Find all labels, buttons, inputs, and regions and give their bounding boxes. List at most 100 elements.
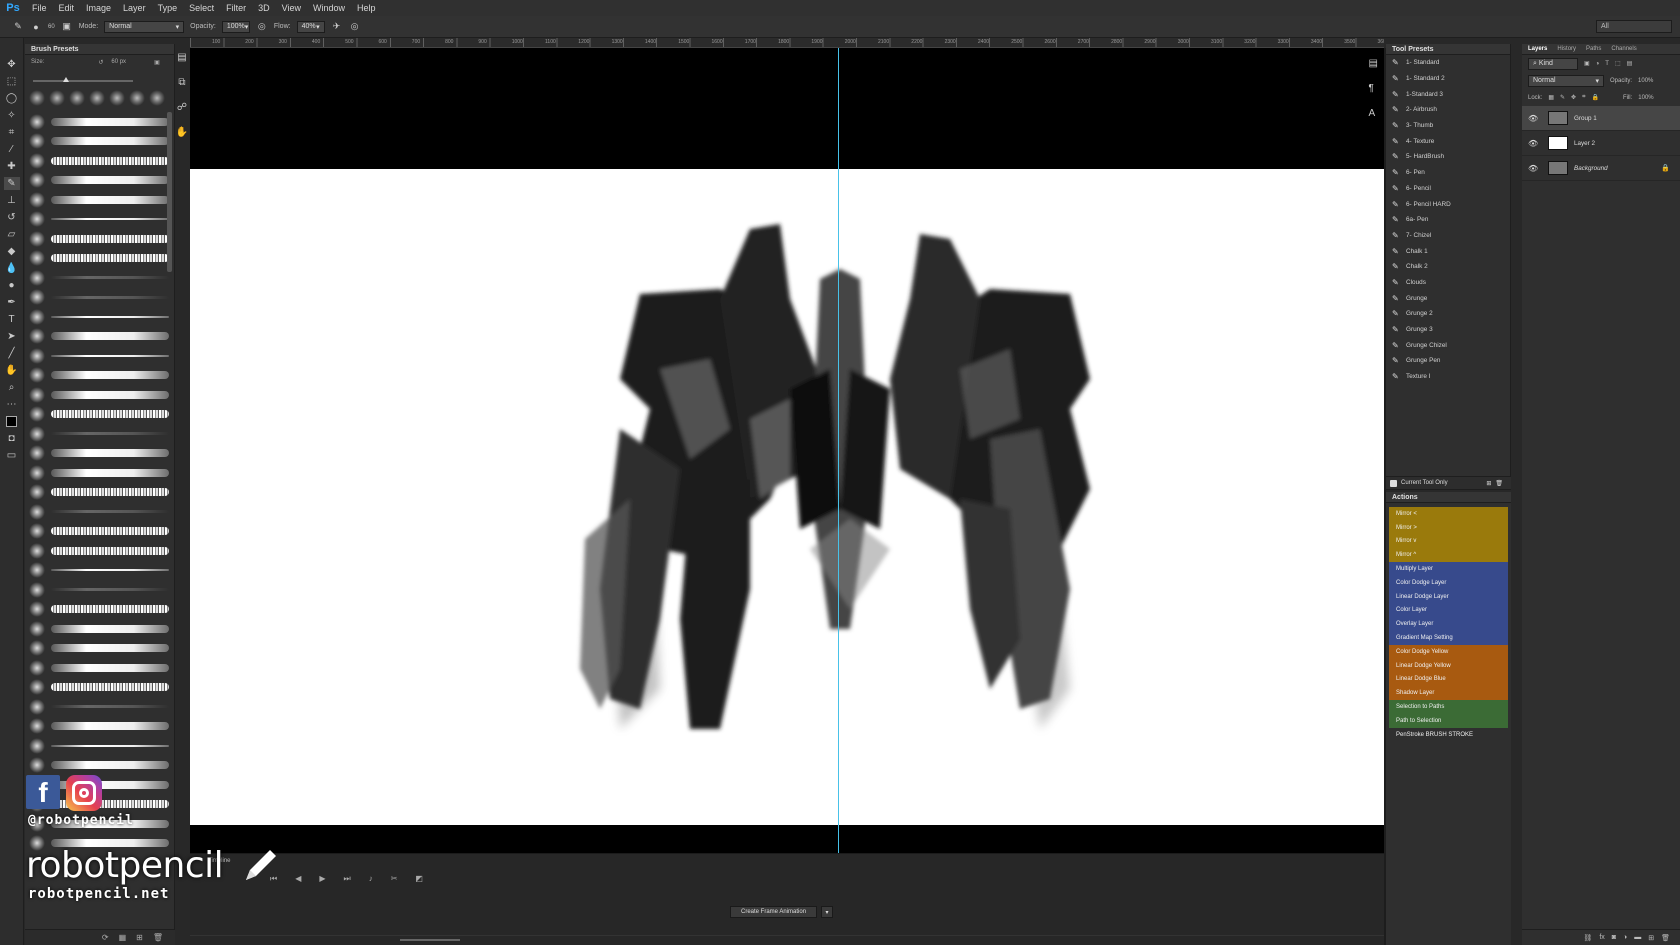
type-tool-icon[interactable]: T xyxy=(4,313,20,326)
adjustment-filter-icon[interactable]: ◑ xyxy=(1596,61,1600,67)
action-button[interactable]: Selection to Paths xyxy=(1389,700,1508,714)
menu-type[interactable]: Type xyxy=(152,3,184,13)
workspace-search[interactable]: All xyxy=(1596,20,1672,33)
action-button[interactable]: Overlay Layer xyxy=(1389,617,1508,632)
history-brush-tool-icon[interactable]: ↺ xyxy=(4,211,20,224)
brush-tip[interactable] xyxy=(89,90,105,106)
smart-object-filter-icon[interactable]: ▤ xyxy=(1627,60,1633,67)
menu-3d[interactable]: 3D xyxy=(252,3,276,13)
brush-preset-row[interactable]: 60 xyxy=(29,405,169,425)
brush-preset-row[interactable]: 64 xyxy=(29,561,169,581)
path-select-tool-icon[interactable]: ➤ xyxy=(4,330,20,343)
zoom-tool-icon[interactable]: ⌕ xyxy=(4,381,20,394)
next-frame-icon[interactable]: ⏭ xyxy=(344,874,351,884)
tab-paths[interactable]: Paths xyxy=(1586,46,1601,52)
properties-icon[interactable]: ▤ xyxy=(1369,58,1378,69)
lock-artboard-icon[interactable]: ⌗ xyxy=(1582,94,1585,101)
brush-preset-row[interactable]: 120 xyxy=(29,327,169,347)
brush-tool-icon[interactable]: ✎ xyxy=(12,21,24,33)
tool-preset-item[interactable]: ✎ 4- Texture xyxy=(1386,133,1510,149)
brush-preset-row[interactable]: 174 xyxy=(29,639,169,659)
brush-preset-row[interactable]: 300 xyxy=(29,268,169,288)
kind-filter-select[interactable]: ⌕ Kind xyxy=(1528,57,1578,70)
shape-filter-icon[interactable]: ⬚ xyxy=(1615,60,1621,67)
eraser-tool-icon[interactable]: ▱ xyxy=(4,228,20,241)
eyedropper-tool-icon[interactable]: ⁄ xyxy=(4,143,20,156)
tool-preset-item[interactable]: ✎ 1- Standard 2 xyxy=(1386,71,1510,87)
action-button[interactable]: Gradient Map Setting xyxy=(1389,631,1508,645)
hand-tool-icon[interactable]: ✋ xyxy=(4,364,20,377)
tool-preset-item[interactable]: ✎ Grunge Chizel xyxy=(1386,337,1510,353)
new-layer-icon[interactable]: ⊞ xyxy=(1648,934,1654,942)
lock-paint-icon[interactable]: ✎ xyxy=(1560,94,1565,101)
lock-all-icon[interactable]: 🔒 xyxy=(1591,94,1598,101)
blend-mode-select[interactable]: Normal ▾ xyxy=(1528,74,1604,87)
tool-preset-item[interactable]: ✎ Texture I xyxy=(1386,369,1510,385)
toggle-panel-icon[interactable]: ⟳ xyxy=(102,933,109,942)
paint-bucket-tool-icon[interactable]: ◆ xyxy=(4,245,20,258)
action-button[interactable]: Multiply Layer xyxy=(1389,562,1508,576)
trash-icon[interactable]: 🗑 xyxy=(1661,934,1670,942)
brush-preset-row[interactable]: 60 xyxy=(29,171,169,191)
quick-select-tool-icon[interactable]: ✧ xyxy=(4,109,20,122)
slider-knob[interactable] xyxy=(63,77,69,82)
action-button[interactable]: Color Dodge Yellow xyxy=(1389,644,1508,659)
menu-select[interactable]: Select xyxy=(183,3,220,13)
audio-icon[interactable]: ♪ xyxy=(369,874,373,884)
menu-view[interactable]: View xyxy=(276,3,307,13)
brush-preset-row[interactable]: 300 xyxy=(29,580,169,600)
more-tools-icon[interactable]: ⋯ xyxy=(4,398,20,411)
action-button[interactable]: Color Dodge Layer xyxy=(1389,575,1508,590)
menu-window[interactable]: Window xyxy=(307,3,351,13)
tool-preset-item[interactable]: ✎ Grunge 3 xyxy=(1386,322,1510,338)
brush-preset-row[interactable]: 100 xyxy=(29,229,169,249)
brush-preset-row[interactable]: 80 xyxy=(29,132,169,152)
brush-preset-row[interactable]: 100 xyxy=(29,112,169,132)
tool-preset-item[interactable]: ✎ 6- Pencil HARD xyxy=(1386,196,1510,212)
brush-preset-row[interactable]: 250 xyxy=(29,444,169,464)
menu-file[interactable]: File xyxy=(26,3,53,13)
action-button[interactable]: Path to Selection xyxy=(1389,713,1508,728)
brush-preset-row[interactable]: 60 xyxy=(29,756,169,776)
new-group-icon[interactable]: ▬ xyxy=(1634,934,1641,941)
pen-tool-icon[interactable]: ✒ xyxy=(4,296,20,309)
menu-help[interactable]: Help xyxy=(351,3,382,13)
tool-preset-item[interactable]: ✎ 1-Standard 3 xyxy=(1386,86,1510,102)
link-layers-icon[interactable]: ⛓ xyxy=(1583,934,1592,942)
visibility-eye-icon[interactable]: 👁 xyxy=(1528,139,1542,148)
new-preset-icon[interactable]: ⊞ xyxy=(1486,480,1491,487)
scrollbar[interactable] xyxy=(167,112,172,272)
brush-preset-row[interactable]: 36 xyxy=(29,541,169,561)
tool-preset-item[interactable]: ✎ 2- Airbrush xyxy=(1386,102,1510,118)
layer-opacity-value[interactable]: 100% xyxy=(1638,78,1653,84)
menu-layer[interactable]: Layer xyxy=(117,3,152,13)
move-tool-icon[interactable]: ✥ xyxy=(4,58,20,71)
brush-preset-row[interactable]: 60 xyxy=(29,151,169,171)
current-tool-only-checkbox[interactable] xyxy=(1390,479,1397,487)
reset-icon[interactable]: ↺ xyxy=(98,59,103,66)
brush-size-slider[interactable] xyxy=(33,77,133,82)
tab-layers[interactable]: Layers xyxy=(1528,46,1547,52)
new-brush-icon[interactable]: ⊞ xyxy=(136,933,143,942)
brush-tip[interactable] xyxy=(49,90,65,106)
action-button[interactable]: Linear Dodge Blue xyxy=(1389,672,1508,687)
create-frame-dropdown[interactable]: ▾ xyxy=(821,906,833,918)
layer-name[interactable]: Layer 2 xyxy=(1574,140,1595,147)
menu-edit[interactable]: Edit xyxy=(53,3,81,13)
action-button[interactable]: Mirror < xyxy=(1389,507,1508,521)
previous-frame-icon[interactable]: ◀ xyxy=(295,874,301,884)
canvas-area[interactable]: ▤ ¶ A xyxy=(190,48,1384,853)
paragraph-icon[interactable]: ¶ xyxy=(1369,83,1378,94)
menu-image[interactable]: Image xyxy=(80,3,117,13)
layer-style-icon[interactable]: fx xyxy=(1599,934,1604,941)
layer-mask-icon[interactable]: ◙ xyxy=(1612,934,1616,941)
tool-preset-item[interactable]: ✎ 6a- Pen xyxy=(1386,212,1510,228)
layer-name[interactable]: Group 1 xyxy=(1574,115,1597,122)
tool-preset-item[interactable]: ✎ Grunge xyxy=(1386,290,1510,306)
brush-preset-row[interactable]: 80 xyxy=(29,697,169,717)
brush-preset-row[interactable]: 73 xyxy=(29,385,169,405)
lock-transparent-icon[interactable]: ▦ xyxy=(1548,94,1554,101)
action-button[interactable]: Mirror v xyxy=(1389,534,1508,549)
lock-position-icon[interactable]: ✥ xyxy=(1571,94,1576,101)
healing-tool-icon[interactable]: ✚ xyxy=(4,160,20,173)
